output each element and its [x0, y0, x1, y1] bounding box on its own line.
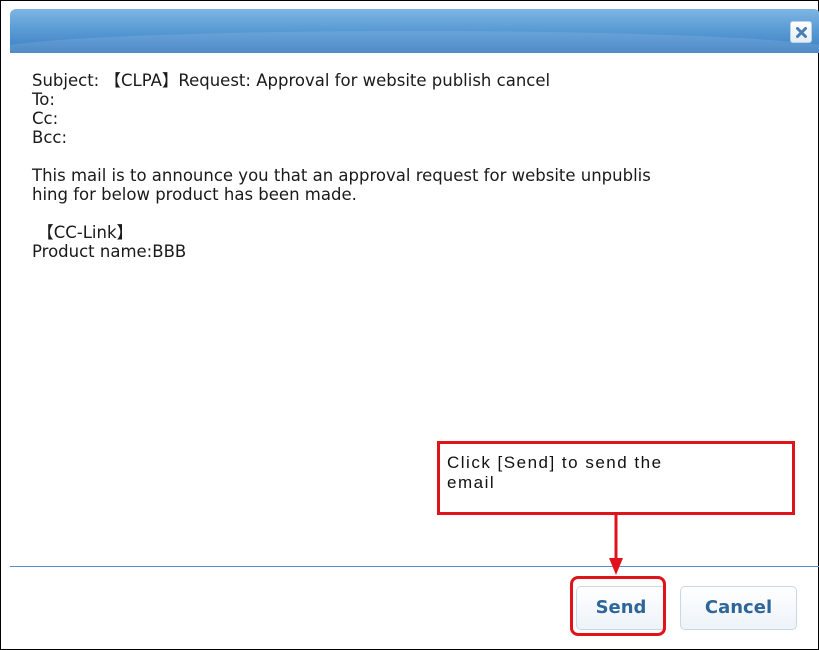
close-icon [796, 27, 807, 38]
callout-arrow [609, 515, 623, 575]
send-button-highlight [570, 576, 666, 636]
close-button[interactable] [790, 21, 812, 43]
